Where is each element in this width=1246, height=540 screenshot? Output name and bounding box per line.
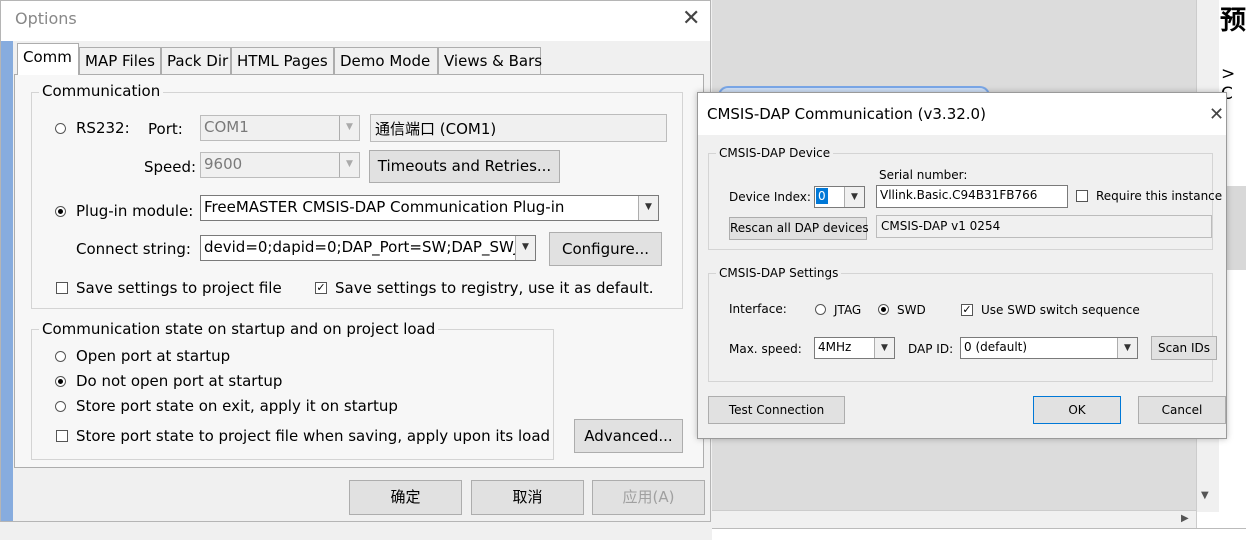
tab-html-pages[interactable]: HTML Pages <box>231 47 334 74</box>
open-port-label: Open port at startup <box>76 347 231 365</box>
save-registry-label: Save settings to registry, use it as def… <box>335 279 654 297</box>
cmsis-title: CMSIS-DAP Communication (v3.32.0) <box>707 105 986 123</box>
swd-switch-label: Use SWD switch sequence <box>981 303 1140 317</box>
plugin-label: Plug-in module: <box>76 202 194 220</box>
background-window-edge <box>1 1 13 521</box>
rs232-radio[interactable] <box>55 123 66 134</box>
tab-comm[interactable]: Comm <box>17 43 79 75</box>
save-project-checkbox[interactable] <box>56 282 68 294</box>
no-open-port-label: Do not open port at startup <box>76 372 283 390</box>
apply-button[interactable]: 应用(A) <box>592 480 705 515</box>
startup-state-group-label: Communication state on startup and on pr… <box>39 320 439 338</box>
no-open-port-radio[interactable] <box>55 376 66 387</box>
rs232-label: RS232: <box>76 119 130 137</box>
connect-string-label: Connect string: <box>76 240 191 258</box>
tab-pack-dir[interactable]: Pack Dir <box>161 47 231 74</box>
port-select[interactable]: COM1 ▼ <box>200 115 360 141</box>
cmsis-settings-group-label: CMSIS-DAP Settings <box>716 266 842 280</box>
chevron-down-icon: ▼ <box>515 236 535 260</box>
horizontal-scrollbar[interactable] <box>712 510 1196 529</box>
rescan-button[interactable]: Rescan all DAP devices <box>729 217 869 240</box>
communication-group-label: Communication <box>39 82 164 100</box>
plugin-value: FreeMASTER CMSIS-DAP Communication Plug-… <box>204 198 565 216</box>
close-icon[interactable]: ✕ <box>1209 105 1224 125</box>
tab-views-bars[interactable]: Views & Bars <box>438 47 542 74</box>
options-dialog: Options ✕ Comm MAP Files Pack Dir HTML P… <box>0 0 711 522</box>
require-instance-label: Require this instance <box>1096 189 1223 203</box>
test-connection-button[interactable]: Test Connection <box>708 396 845 424</box>
store-exit-label: Store port state on exit, apply it on st… <box>76 397 398 415</box>
cmsis-settings-group <box>708 273 1213 382</box>
chevron-down-icon: ▼ <box>1117 338 1137 358</box>
cmsis-dap-dialog: CMSIS-DAP Communication (v3.32.0) ✕ CMSI… <box>697 92 1227 439</box>
cmsis-device-group-label: CMSIS-DAP Device <box>716 146 834 160</box>
port-description: 通信端口 (COM1) <box>370 114 667 142</box>
dap-id-select[interactable]: 0 (default) ▼ <box>960 337 1138 359</box>
serial-number-input[interactable]: Vllink.Basic.C94B31FB766 <box>876 185 1068 208</box>
speed-label: Speed: <box>144 158 197 176</box>
swd-label: SWD <box>897 303 926 317</box>
scan-ids-button[interactable]: Scan IDs <box>1151 336 1217 360</box>
chevron-down-icon: ▼ <box>844 187 864 207</box>
advanced-button[interactable]: Advanced... <box>574 419 683 453</box>
open-port-radio[interactable] <box>55 351 66 362</box>
device-index-label: Device Index: <box>729 190 811 204</box>
tab-demo-mode[interactable]: Demo Mode <box>334 47 438 74</box>
dap-id-value: 0 (default) <box>964 340 1028 354</box>
chevron-down-icon: ▼ <box>339 116 359 140</box>
ok-button[interactable]: 确定 <box>349 480 462 515</box>
chevron-down-icon: ▼ <box>874 338 894 358</box>
device-index-value: 0 <box>816 188 828 204</box>
port-value: COM1 <box>204 118 249 136</box>
speed-value: 9600 <box>204 155 243 173</box>
chevron-down-icon: ▼ <box>339 153 359 177</box>
options-title: Options <box>15 9 77 28</box>
tab-map-files[interactable]: MAP Files <box>79 47 161 74</box>
dap-id-label: DAP ID: <box>908 342 954 356</box>
swd-radio[interactable] <box>878 304 889 315</box>
plugin-radio[interactable] <box>55 206 66 217</box>
store-project-label: Store port state to project file when sa… <box>76 427 551 445</box>
max-speed-select[interactable]: 4MHz ▼ <box>814 337 895 359</box>
options-titlebar <box>1 1 710 41</box>
save-project-label: Save settings to project file <box>76 279 282 297</box>
background-statusbar <box>712 528 1246 540</box>
timeouts-button[interactable]: Timeouts and Retries... <box>369 150 560 183</box>
device-name: CMSIS-DAP v1 0254 <box>876 215 1212 238</box>
scroll-right-icon[interactable]: ▶ <box>1181 513 1189 524</box>
configure-button[interactable]: Configure... <box>549 232 662 266</box>
save-registry-checkbox[interactable]: ✓ <box>315 282 327 294</box>
background-heading: 预 <box>1220 6 1246 36</box>
swd-switch-checkbox[interactable]: ✓ <box>961 304 973 316</box>
scroll-down-icon[interactable]: ▼ <box>1201 490 1209 501</box>
interface-label: Interface: <box>729 302 787 316</box>
connect-string-value: devid=0;dapid=0;DAP_Port=SW;DAP_SWJ <box>204 238 519 256</box>
connect-string-input[interactable]: devid=0;dapid=0;DAP_Port=SW;DAP_SWJ ▼ <box>200 235 536 261</box>
store-exit-radio[interactable] <box>55 401 66 412</box>
require-instance-checkbox[interactable] <box>1076 190 1088 202</box>
jtag-radio[interactable] <box>815 304 826 315</box>
max-speed-label: Max. speed: <box>729 342 802 356</box>
speed-select[interactable]: 9600 ▼ <box>200 152 360 178</box>
port-label: Port: <box>148 120 183 138</box>
store-project-checkbox[interactable] <box>56 430 68 442</box>
close-icon[interactable]: ✕ <box>682 8 700 30</box>
serial-number-label: Serial number: <box>879 168 968 182</box>
cmsis-cancel-button[interactable]: Cancel <box>1138 396 1226 424</box>
device-index-select[interactable]: 0 ▼ <box>814 186 865 208</box>
cmsis-ok-button[interactable]: OK <box>1033 396 1121 424</box>
cancel-button[interactable]: 取消 <box>471 480 584 515</box>
max-speed-value: 4MHz <box>818 340 852 354</box>
jtag-label: JTAG <box>834 303 862 317</box>
chevron-down-icon: ▼ <box>638 196 658 220</box>
plugin-select[interactable]: FreeMASTER CMSIS-DAP Communication Plug-… <box>200 195 659 221</box>
